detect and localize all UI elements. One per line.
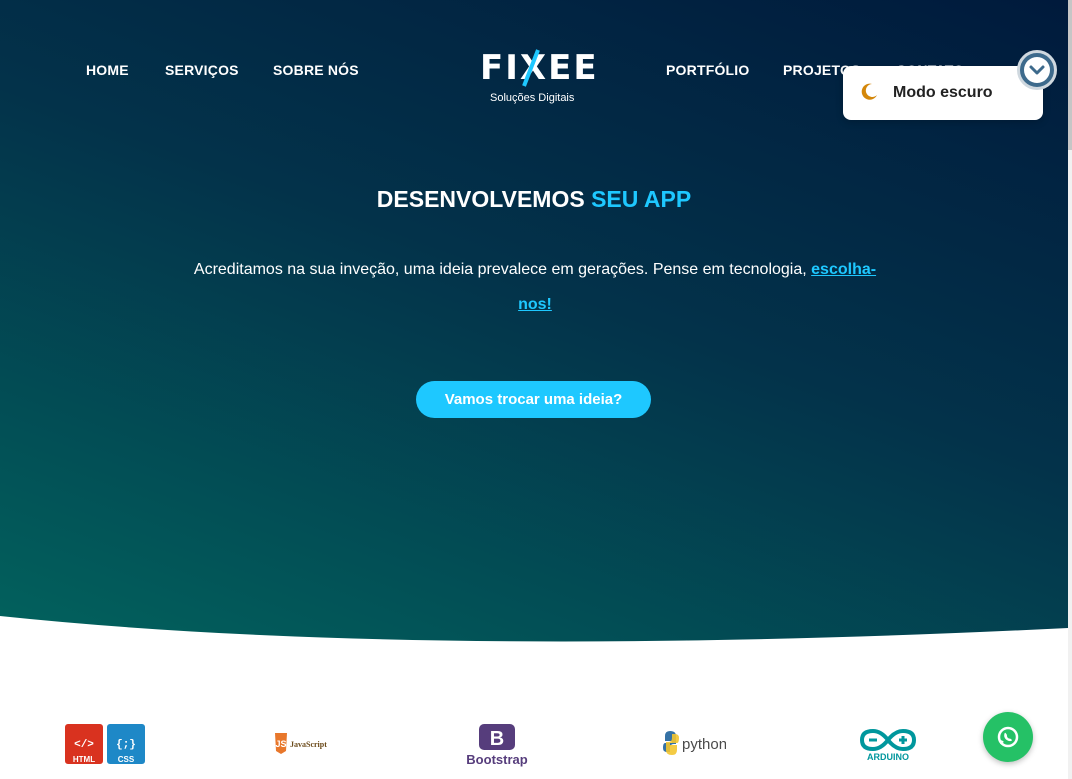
chevron-down-icon (1029, 65, 1045, 75)
javascript-logo: JS JavaScript (274, 732, 328, 756)
whatsapp-icon (997, 726, 1019, 748)
logo-tagline: Soluções Digitais (490, 92, 575, 104)
hero-wave (0, 616, 1068, 670)
dark-mode-popup[interactable]: Modo escuro (843, 66, 1043, 120)
nav-portfolio[interactable]: PORTFÓLIO (666, 62, 749, 78)
javascript-label: JavaScript (290, 740, 327, 749)
scrollbar-thumb[interactable] (1068, 0, 1072, 150)
logo-slash-mark (522, 49, 540, 87)
python-logo: python (662, 728, 727, 758)
hero-description-text: Acreditamos na sua inveção, uma ideia pr… (193, 261, 807, 278)
svg-text:JS: JS (275, 739, 286, 749)
nav-servicos[interactable]: SERVIÇOS (165, 62, 239, 78)
cta-button[interactable]: Vamos trocar uma ideia? (416, 381, 651, 418)
dark-mode-label: Modo escuro (893, 84, 993, 101)
whatsapp-button[interactable] (983, 712, 1033, 762)
hero-title-accent: SEU APP (591, 186, 692, 212)
python-label: python (682, 736, 726, 753)
hero-description: Acreditamos na sua inveção, uma ideia pr… (190, 252, 880, 322)
tech-logos-strip: </> {;} HTML CSS JS JavaScript B Bootstr… (0, 700, 1068, 779)
bootstrap-logo: B Bootstrap (455, 724, 539, 768)
svg-text:{;}: {;} (116, 739, 136, 751)
bootstrap-label: Bootstrap (466, 752, 527, 767)
nav-home[interactable]: HOME (86, 62, 129, 78)
moon-icon (861, 83, 877, 100)
scrollbar[interactable] (1068, 0, 1072, 779)
arduino-logo: ARDUINO (858, 728, 918, 762)
hero-title-main: DESENVOLVEMOS (376, 186, 585, 212)
hero-title: DESENVOLVEMOS SEU APP (0, 186, 1068, 213)
svg-text:</>: </> (74, 739, 94, 751)
html-label: HTML (73, 755, 95, 764)
toggle-inner (1024, 57, 1050, 83)
css-label: CSS (118, 755, 135, 764)
html-css-logo: </> {;} HTML CSS (65, 724, 147, 766)
svg-text:B: B (490, 728, 504, 750)
site-logo[interactable]: FIXEE Soluções Digitais (480, 48, 597, 108)
nav-sobre-nos[interactable]: SOBRE NÓS (273, 62, 359, 78)
dark-mode-toggle-button[interactable] (1017, 50, 1057, 90)
arduino-label: ARDUINO (867, 752, 909, 762)
